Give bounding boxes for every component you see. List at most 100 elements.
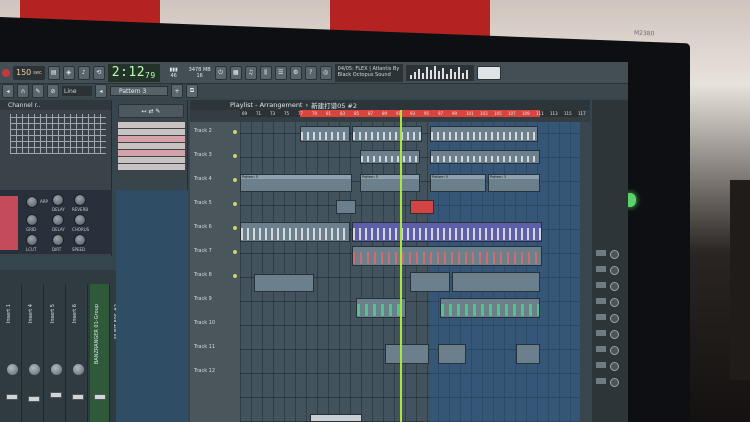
- track-mute-dot[interactable]: [233, 130, 237, 134]
- slot-bar[interactable]: [596, 282, 606, 288]
- mixer-strip[interactable]: Insert 4: [24, 284, 44, 422]
- slot-bar[interactable]: [596, 378, 606, 384]
- record-icon[interactable]: [2, 68, 10, 77]
- track-label[interactable]: Track 10: [194, 320, 215, 326]
- mixer-strip[interactable]: Insert 6: [68, 284, 88, 422]
- pattern-clip[interactable]: [430, 126, 538, 142]
- mixer-strip[interactable]: Insert 5: [46, 284, 66, 422]
- pattern-clip[interactable]: Pattern 5: [430, 174, 486, 192]
- automation-clip[interactable]: [310, 414, 362, 422]
- volume-fader[interactable]: [72, 394, 84, 400]
- slot-knob[interactable]: [610, 314, 619, 323]
- slot-bar[interactable]: [596, 346, 606, 352]
- track-mute-dot[interactable]: [233, 178, 237, 182]
- snap-select[interactable]: Line: [62, 86, 92, 96]
- mute-icon[interactable]: ⊘: [47, 84, 59, 98]
- track-mute-dot[interactable]: [233, 274, 237, 278]
- slot-bar[interactable]: [596, 330, 606, 336]
- knob-chorus[interactable]: [74, 214, 86, 226]
- list-item[interactable]: [118, 122, 185, 128]
- paint-icon[interactable]: ✎: [32, 84, 44, 98]
- magnet-icon[interactable]: ∩: [17, 84, 29, 98]
- tempo-display[interactable]: 150 sec: [13, 65, 45, 80]
- pattern-clip[interactable]: [240, 222, 350, 242]
- slot-knob[interactable]: [610, 378, 619, 387]
- mixer-strip[interactable]: Insert 1: [2, 284, 22, 422]
- snap-icon[interactable]: ◂: [2, 84, 14, 98]
- pan-knob[interactable]: [7, 364, 18, 375]
- pattern-clip[interactable]: [356, 298, 406, 318]
- pan-knob[interactable]: [29, 364, 40, 375]
- track-mute-dot[interactable]: [233, 154, 237, 158]
- list-item[interactable]: [118, 143, 185, 149]
- pattern-clip[interactable]: [352, 246, 542, 266]
- slot-knob[interactable]: [610, 362, 619, 371]
- step-icon[interactable]: ◈: [62, 65, 75, 80]
- pattern-clip[interactable]: [516, 344, 540, 364]
- slot-bar[interactable]: [596, 250, 606, 256]
- list-item[interactable]: [118, 136, 185, 142]
- piano-roll-icon[interactable]: ♫: [244, 65, 257, 80]
- volume-fader[interactable]: [28, 396, 40, 402]
- slot-bar[interactable]: [596, 314, 606, 320]
- playlist-icon[interactable]: ▦: [229, 65, 242, 80]
- slot-knob[interactable]: [610, 266, 619, 275]
- pattern-mode-icon[interactable]: ▤: [47, 65, 60, 80]
- pattern-clip[interactable]: Pattern 5: [240, 174, 352, 192]
- volume-fader[interactable]: [50, 392, 62, 398]
- pattern-clip[interactable]: Pattern 5: [360, 174, 420, 192]
- pattern-clip[interactable]: Pattern 3: [488, 174, 540, 192]
- loop-icon[interactable]: ⟲: [92, 65, 105, 80]
- list-item[interactable]: [118, 164, 185, 170]
- metronome-icon[interactable]: ♪: [77, 65, 90, 80]
- mixer-icon[interactable]: ⫼: [259, 65, 272, 80]
- knob-reverb[interactable]: [74, 194, 86, 206]
- clone-pattern-icon[interactable]: ⧉: [186, 84, 198, 98]
- slot-knob[interactable]: [610, 282, 619, 291]
- slot-bar[interactable]: [596, 362, 606, 368]
- step-grid[interactable]: [10, 114, 106, 154]
- list-tools[interactable]: ↤ ⇄ ✎: [118, 104, 184, 118]
- knob-delay[interactable]: [52, 194, 64, 206]
- pattern-clip[interactable]: [352, 126, 422, 142]
- help-icon[interactable]: ?: [304, 65, 317, 80]
- pattern-select[interactable]: Pattern 3: [110, 86, 168, 96]
- track-label[interactable]: Track 11: [194, 344, 215, 350]
- knob-dirt[interactable]: [52, 234, 64, 246]
- playhead[interactable]: [400, 110, 402, 422]
- volume-fader[interactable]: [94, 394, 106, 400]
- slot-knob[interactable]: [610, 330, 619, 339]
- pattern-clip[interactable]: [410, 200, 434, 214]
- track-label[interactable]: Track 9: [194, 296, 212, 302]
- knob-speed[interactable]: [74, 234, 86, 246]
- slot-knob[interactable]: [610, 250, 619, 259]
- channel-rack-icon[interactable]: ☰: [274, 65, 287, 80]
- track-label[interactable]: Track 7: [194, 248, 212, 254]
- track-label[interactable]: Track 12: [194, 368, 215, 374]
- browser-icon[interactable]: ◎: [319, 65, 332, 80]
- pattern-clip[interactable]: [430, 150, 540, 164]
- power-icon[interactable]: ⏻: [214, 65, 227, 80]
- pattern-clip[interactable]: [336, 200, 356, 214]
- list-item[interactable]: [118, 150, 185, 156]
- pattern-clip[interactable]: [300, 126, 350, 142]
- knob-grid[interactable]: [26, 214, 38, 226]
- pattern-clip[interactable]: [410, 272, 450, 292]
- plugin-icon[interactable]: ⚙: [289, 65, 302, 80]
- loop-marker[interactable]: [300, 110, 540, 117]
- track-label[interactable]: Track 8: [194, 272, 212, 278]
- pattern-clip[interactable]: [440, 298, 540, 318]
- knob-delay-2[interactable]: [52, 214, 64, 226]
- pattern-clip[interactable]: [452, 272, 540, 292]
- slot-knob[interactable]: [610, 346, 619, 355]
- volume-fader[interactable]: [6, 394, 18, 400]
- slot-bar[interactable]: [596, 266, 606, 272]
- track-label[interactable]: Track 4: [194, 176, 212, 182]
- pan-knob[interactable]: [73, 364, 84, 375]
- knob-lcut[interactable]: [26, 234, 38, 246]
- track-mute-dot[interactable]: [233, 202, 237, 206]
- list-item[interactable]: [118, 157, 185, 163]
- prev-pattern-icon[interactable]: ◂: [95, 84, 107, 98]
- track-label[interactable]: Track 6: [194, 224, 212, 230]
- track-label[interactable]: Track 5: [194, 200, 212, 206]
